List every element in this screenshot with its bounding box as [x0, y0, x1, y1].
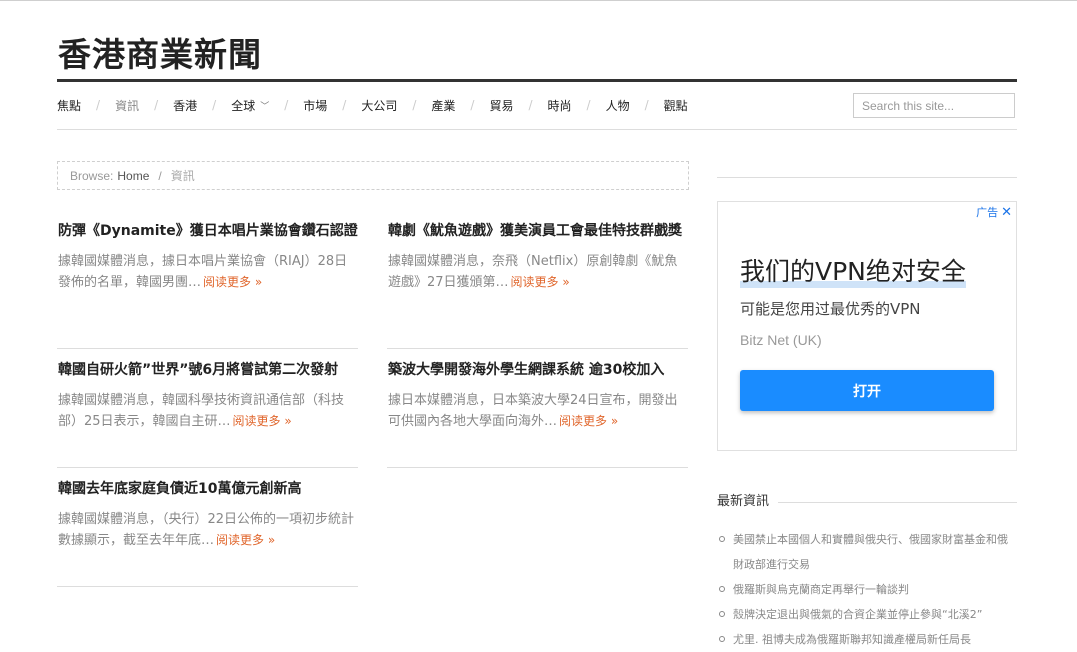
post-excerpt: 據韓國媒體消息，（央行）22日公佈的一項初步統計數據顯示，截至去年年底… 阅读更多… [58, 509, 358, 551]
nav-item-big-companies[interactable]: 大公司 [361, 97, 397, 114]
nav-separator: / [412, 98, 417, 112]
top-border [0, 0, 1077, 1]
ad-headline[interactable]: 我们的VPN绝对安全 [740, 252, 966, 288]
post-excerpt: 據韓國媒體消息，據日本唱片業協會（RIAJ）28日發佈的名單，韓國男團… 阅读更多… [58, 251, 358, 293]
post-excerpt-text: 據日本媒體消息，日本築波大學24日宣布，開發出可供國內各地大學面向海外… [388, 393, 678, 429]
ad-choices-badge[interactable]: 广告 ✕ [976, 204, 1012, 220]
read-more-link[interactable]: 阅读更多 » [233, 414, 292, 428]
nav-item-fashion[interactable]: 時尚 [548, 97, 572, 114]
nav-item-people[interactable]: 人物 [606, 97, 630, 114]
chevron-down-icon: ﹀ [260, 101, 270, 112]
post-item: 韓國去年底家庭負債近10萬億元創新高 據韓國媒體消息，（央行）22日公佈的一項初… [58, 479, 358, 551]
latest-news-item[interactable]: 尤里. 祖博夫成為俄羅斯聯邦知識產權局新任局長 [717, 627, 1017, 652]
post-excerpt: 據日本媒體消息，日本築波大學24日宣布，開發出可供國內各地大學面向海外… 阅读更多… [388, 390, 688, 432]
search-input[interactable] [853, 93, 1015, 118]
ad-subheadline: 可能是您用过最优秀的VPN [740, 300, 921, 318]
post-divider [57, 348, 358, 349]
nav-item-global[interactable]: 全球 ﹀ [231, 97, 269, 114]
ad-banner[interactable]: 广告 ✕ 我们的VPN绝对安全 可能是您用过最优秀的VPN Bitz Net (… [717, 201, 1017, 451]
sidebar-divider [717, 177, 1017, 178]
post-title[interactable]: 韓國自研火箭”世界”號6月將嘗試第二次發射 [58, 360, 358, 381]
latest-news-title: 最新資訊 [717, 494, 770, 509]
nav-item-trade[interactable]: 貿易 [489, 97, 513, 114]
latest-news-list: 美國禁止本國個人和實體與俄央行、俄國家財富基金和俄財政部進行交易 俄羅斯與烏克蘭… [717, 527, 1017, 652]
nav-item-global-label: 全球 [231, 98, 256, 113]
breadcrumb-separator: / [158, 168, 162, 183]
latest-news-item[interactable]: 美國禁止本國個人和實體與俄央行、俄國家財富基金和俄財政部進行交易 [717, 527, 1017, 577]
nav-separator: / [284, 98, 289, 112]
latest-news-item[interactable]: 俄羅斯與烏克蘭商定再舉行一輪談判 [717, 577, 1017, 602]
post-item: 防彈《Dynamite》獲日本唱片業協會鑽石認證 據韓國媒體消息，據日本唱片業協… [58, 221, 358, 293]
breadcrumb: Browse: Home / 資訊 [57, 161, 689, 190]
nav-separator: / [212, 98, 217, 112]
nav-separator: / [644, 98, 649, 112]
post-title[interactable]: 韓國去年底家庭負債近10萬億元創新高 [58, 479, 358, 500]
title-rule [57, 79, 1017, 82]
close-icon[interactable]: ✕ [1001, 205, 1012, 220]
post-item: 韓劇《魷魚遊戲》獲美演員工會最佳特技群戲獎 據韓國媒體消息，奈飛（Netflix… [388, 221, 688, 293]
nav-item-industry[interactable]: 產業 [431, 97, 455, 114]
post-title[interactable]: 築波大學開發海外學生網課系統 逾30校加入 [388, 360, 688, 381]
ad-open-button[interactable]: 打开 [740, 370, 994, 411]
ad-label: 广告 [976, 206, 999, 219]
post-divider [387, 467, 688, 468]
nav-separator: / [586, 98, 591, 112]
post-divider [57, 467, 358, 468]
nav-separator: / [96, 98, 101, 112]
read-more-link[interactable]: 阅读更多 » [203, 275, 262, 289]
nav-item-focus[interactable]: 焦點 [57, 97, 81, 114]
nav-item-info[interactable]: 資訊 [115, 97, 139, 114]
nav-separator: / [154, 98, 159, 112]
nav-separator: / [470, 98, 475, 112]
ad-brand: Bitz Net (UK) [740, 332, 822, 348]
post-divider [57, 586, 358, 587]
post-title[interactable]: 防彈《Dynamite》獲日本唱片業協會鑽石認證 [58, 221, 358, 242]
site-title[interactable]: 香港商業新聞 [58, 28, 262, 76]
post-excerpt: 據韓國媒體消息，韓國科學技術資訊通信部（科技部）25日表示，韓國自主研… 阅读更多… [58, 390, 358, 432]
breadcrumb-label: Browse: [70, 168, 114, 183]
post-item: 韓國自研火箭”世界”號6月將嘗試第二次發射 據韓國媒體消息，韓國科學技術資訊通信… [58, 360, 358, 432]
read-more-link[interactable]: 阅读更多 » [216, 533, 275, 547]
post-divider [387, 348, 688, 349]
nav-item-market[interactable]: 市場 [303, 97, 327, 114]
nav-item-opinion[interactable]: 觀點 [664, 97, 688, 114]
breadcrumb-current: 資訊 [170, 169, 195, 183]
nav-item-hongkong[interactable]: 香港 [173, 97, 197, 114]
post-excerpt: 據韓國媒體消息，奈飛（Netflix）原創韓劇《魷魚遊戲》27日獲頒第… 阅读更多… [388, 251, 688, 293]
breadcrumb-home-link[interactable]: Home [117, 169, 149, 183]
post-item: 築波大學開發海外學生網課系統 逾30校加入 據日本媒體消息，日本築波大學24日宣… [388, 360, 688, 432]
post-excerpt-text: 據韓國媒體消息，（央行）22日公佈的一項初步統計數據顯示，截至去年年底… [58, 512, 355, 548]
widget-title-rule [778, 502, 1017, 503]
nav-separator: / [342, 98, 347, 112]
read-more-link[interactable]: 阅读更多 » [559, 414, 618, 428]
nav-divider [57, 129, 1017, 130]
post-excerpt-text: 據韓國媒體消息，韓國科學技術資訊通信部（科技部）25日表示，韓國自主研… [58, 393, 345, 429]
read-more-link[interactable]: 阅读更多 » [511, 275, 570, 289]
nav-separator: / [528, 98, 533, 112]
main-nav: 焦點 / 資訊 / 香港 / 全球 ﹀ / 市場 / 大公司 / 產業 / 貿易 … [57, 92, 688, 118]
post-title[interactable]: 韓劇《魷魚遊戲》獲美演員工會最佳特技群戲獎 [388, 221, 688, 242]
latest-news-item[interactable]: 殼牌決定退出與俄氣的合資企業並停止參與“北溪2” [717, 602, 1017, 627]
